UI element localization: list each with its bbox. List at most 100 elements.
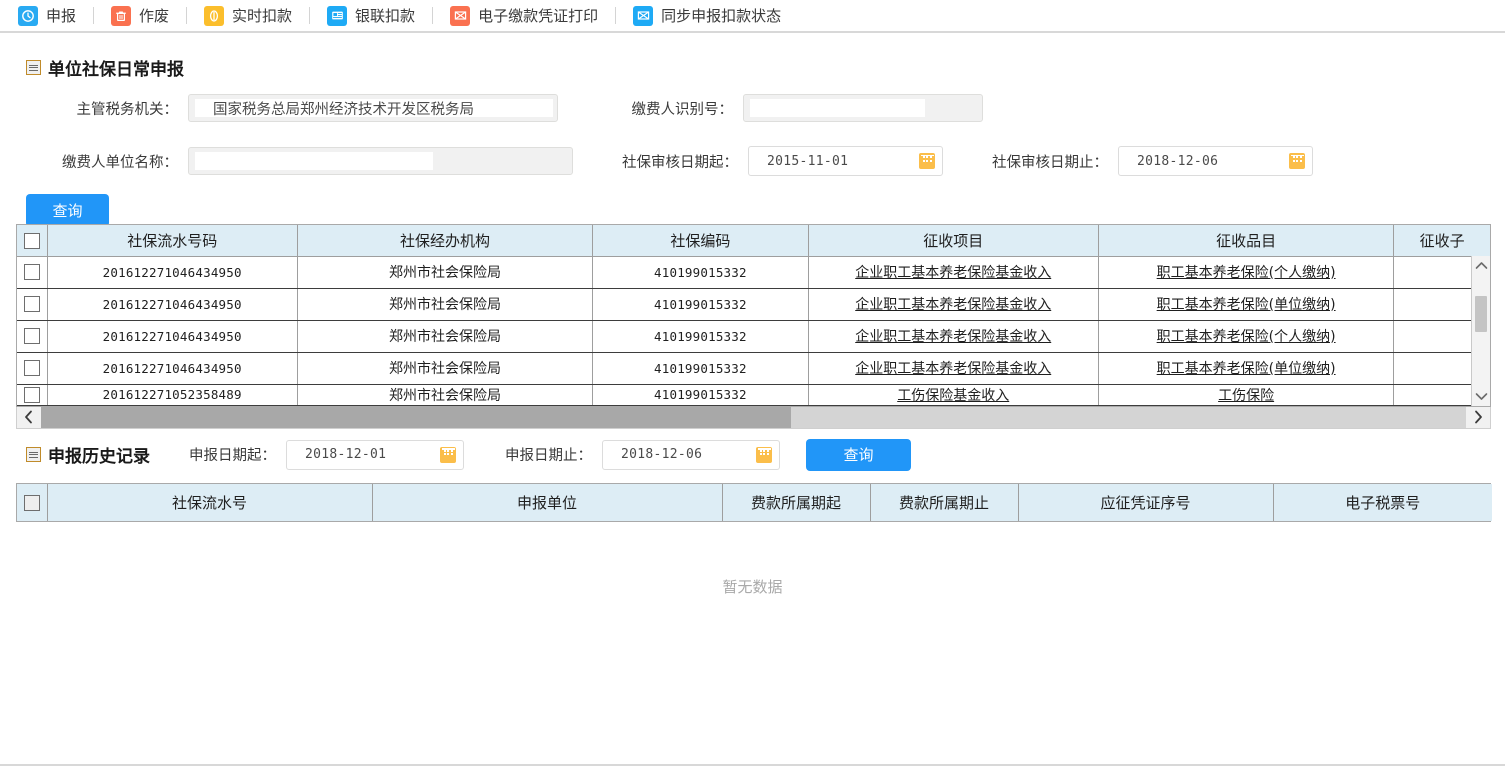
toolbar-button-print-voucher[interactable]: 电子缴款凭证打印: [448, 5, 600, 26]
audit-date-from-input[interactable]: 2015-11-01: [748, 146, 943, 176]
history-table: 社保流水号 申报单位 费款所属期起 费款所属期止 应征凭证序号 电子税票号: [16, 483, 1491, 522]
table-row[interactable]: 201612271046434950 郑州市社会保险局 410199015332…: [17, 256, 1490, 288]
select-all-checkbox[interactable]: [24, 233, 40, 249]
scroll-right-icon[interactable]: [1466, 407, 1490, 428]
row-select-cell: [17, 288, 47, 320]
scroll-up-icon[interactable]: [1472, 256, 1490, 275]
sync-voucher-icon: [633, 6, 653, 26]
row-checkbox[interactable]: [24, 264, 40, 280]
toolbar-button-declare[interactable]: 申报: [16, 5, 78, 26]
cell-code: 410199015332: [593, 352, 808, 384]
table-row[interactable]: 201612271046434950 郑州市社会保险局 410199015332…: [17, 352, 1490, 384]
row-checkbox[interactable]: [24, 387, 40, 403]
social-security-table: 社保流水号码 社保经办机构 社保编码 征收项目 征收品目 征收子 2016122…: [16, 224, 1491, 407]
horizontal-scroll-track[interactable]: [41, 407, 1466, 428]
tax-authority-field: 国家税务总局郑州经济技术开发区税务局: [188, 94, 558, 122]
horizontal-scroll-thumb[interactable]: [41, 407, 791, 428]
clock-icon: [18, 6, 38, 26]
hcol-period-from: 费款所属期起: [722, 484, 870, 521]
payer-id-field: [743, 94, 983, 122]
cell-serial: 201612271046434950: [47, 320, 297, 352]
toolbar-button-unionpay-deduct[interactable]: 银联扣款: [325, 5, 417, 26]
calendar-icon[interactable]: [756, 447, 772, 463]
audit-date-to-value: 2018-12-06: [1137, 154, 1218, 169]
declare-date-from-value: 2018-12-01: [305, 447, 386, 462]
cell-subitem[interactable]: 职工基本养老保险(个人缴纳): [1098, 320, 1393, 352]
col-item: 征收项目: [808, 225, 1098, 256]
calendar-icon[interactable]: [1289, 153, 1305, 169]
grid-scroll-thumb[interactable]: [1475, 296, 1487, 332]
audit-date-to-input[interactable]: 2018-12-06: [1118, 146, 1313, 176]
cell-serial: 201612271046434950: [47, 256, 297, 288]
toolbar-label-sync-status: 同步申报扣款状态: [661, 5, 781, 26]
toolbar-divider: [432, 7, 433, 24]
table-row[interactable]: 201612271052358489 郑州市社会保险局 410199015332…: [17, 384, 1490, 405]
cell-subitem[interactable]: 工伤保险: [1098, 384, 1393, 405]
query-button[interactable]: 查询: [26, 194, 109, 227]
cell-subitem[interactable]: 职工基本养老保险(单位缴纳): [1098, 288, 1393, 320]
grid-horizontal-scrollbar[interactable]: [16, 407, 1491, 429]
table-row[interactable]: 201612271046434950 郑州市社会保险局 410199015332…: [17, 288, 1490, 320]
card-icon: [327, 6, 347, 26]
history-query-button[interactable]: 查询: [806, 439, 911, 471]
row-select-cell: [17, 320, 47, 352]
toolbar-divider: [309, 7, 310, 24]
select-all-cell: [17, 225, 47, 256]
row-select-cell: [17, 352, 47, 384]
hcol-voucher-no: 应征凭证序号: [1018, 484, 1273, 521]
toolbar-divider: [186, 7, 187, 24]
cell-item[interactable]: 企业职工基本养老保险基金收入: [808, 288, 1098, 320]
toolbar-label-print-voucher: 电子缴款凭证打印: [478, 5, 598, 26]
cell-serial: 201612271046434950: [47, 352, 297, 384]
list-icon: [26, 60, 41, 75]
toolbar-button-sync-status[interactable]: 同步申报扣款状态: [631, 5, 783, 26]
label-declare-date-from: 申报日期起：: [176, 444, 276, 465]
grid-vertical-scrollbar[interactable]: [1471, 256, 1490, 406]
cell-item[interactable]: 企业职工基本养老保险基金收入: [808, 320, 1098, 352]
row-checkbox[interactable]: [24, 328, 40, 344]
cell-item[interactable]: 企业职工基本养老保险基金收入: [808, 352, 1098, 384]
page-title: 单位社保日常申报: [48, 55, 184, 80]
cell-subitem[interactable]: 职工基本养老保险(个人缴纳): [1098, 256, 1393, 288]
declare-date-from-input[interactable]: 2018-12-01: [286, 440, 464, 470]
calendar-icon[interactable]: [919, 153, 935, 169]
tax-authority-value: 国家税务总局郑州经济技术开发区税务局: [189, 98, 474, 119]
calendar-icon[interactable]: [440, 447, 456, 463]
label-payer-id: 缴费人识别号：: [593, 98, 733, 119]
row-select-cell: [17, 256, 47, 288]
scroll-left-icon[interactable]: [17, 407, 41, 428]
cell-subitem[interactable]: 职工基本养老保险(单位缴纳): [1098, 352, 1393, 384]
action-toolbar: 申报 作废 实时扣款 银联扣款 电子缴款凭证打印 同步申报扣款状态: [0, 0, 1505, 33]
cell-code: 410199015332: [593, 256, 808, 288]
cell-agency: 郑州市社会保险局: [297, 320, 592, 352]
cell-code: 410199015332: [593, 320, 808, 352]
history-title: 申报历史记录: [48, 442, 150, 467]
cell-serial: 201612271046434950: [47, 288, 297, 320]
scroll-down-icon[interactable]: [1472, 387, 1490, 406]
toolbar-button-realtime-deduct[interactable]: 实时扣款: [202, 5, 294, 26]
history-select-all-cell: [17, 484, 47, 521]
cell-item[interactable]: 企业职工基本养老保险基金收入: [808, 256, 1098, 288]
row-checkbox[interactable]: [24, 360, 40, 376]
hcol-period-to: 费款所属期止: [870, 484, 1018, 521]
col-serial: 社保流水号码: [47, 225, 297, 256]
history-section-header: 申报历史记录 申报日期起： 2018-12-01 申报日期止： 2018-12-…: [26, 439, 1505, 471]
toolbar-button-void[interactable]: 作废: [109, 5, 171, 26]
voucher-icon: [450, 6, 470, 26]
cell-serial: 201612271052358489: [47, 384, 297, 405]
col-agency: 社保经办机构: [297, 225, 592, 256]
search-form: 主管税务机关： 国家税务总局郑州经济技术开发区税务局 缴费人识别号： 缴费人单位…: [0, 94, 1505, 224]
col-subitem: 征收品目: [1098, 225, 1393, 256]
trash-icon: [111, 6, 131, 26]
table-row[interactable]: 201612271046434950 郑州市社会保险局 410199015332…: [17, 320, 1490, 352]
cell-item[interactable]: 工伤保险基金收入: [808, 384, 1098, 405]
row-checkbox[interactable]: [24, 296, 40, 312]
declare-date-to-input[interactable]: 2018-12-06: [602, 440, 780, 470]
row-select-cell: [17, 384, 47, 405]
label-audit-date-to: 社保审核日期止：: [963, 151, 1108, 172]
panel-header: 单位社保日常申报: [26, 55, 1505, 80]
cell-agency: 郑州市社会保险局: [297, 288, 592, 320]
table-header-row: 社保流水号码 社保经办机构 社保编码 征收项目 征收品目 征收子: [17, 225, 1490, 256]
hcol-etax-no: 电子税票号: [1273, 484, 1492, 521]
history-select-all-checkbox[interactable]: [24, 495, 40, 511]
